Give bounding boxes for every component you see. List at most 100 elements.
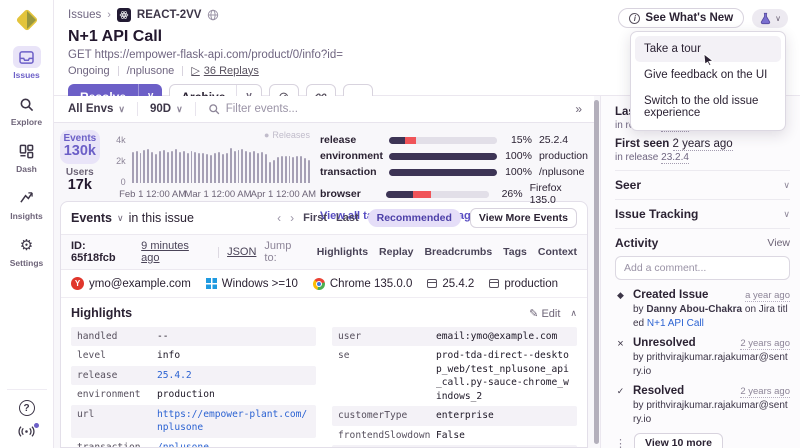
- tag-bar: [388, 152, 497, 160]
- highlight-row: frontendSlowdown False: [338, 429, 465, 441]
- comment-input[interactable]: [615, 256, 790, 280]
- sidebar-item-insights[interactable]: Insights: [3, 187, 51, 221]
- activity-item-unresolved: × Unresolved 2 years ago by prithvirajku…: [615, 337, 790, 378]
- last-event-link[interactable]: Last: [336, 212, 359, 224]
- events-stat-toggle[interactable]: Events 130k: [60, 130, 100, 164]
- search-icon: [20, 98, 34, 111]
- event-timestamp-link[interactable]: 9 minutes ago: [141, 240, 210, 264]
- see-whats-new-button[interactable]: i See What's New: [618, 8, 745, 28]
- users-count: 17k: [67, 176, 92, 193]
- x-axis-tick: Apr 1 12:00 AM: [250, 189, 317, 200]
- tag-bar: [388, 168, 497, 176]
- activity-section-header: Activity View: [615, 228, 790, 254]
- events-count: 130k: [63, 143, 96, 159]
- menu-item-give-feedback[interactable]: Give feedback on the UI: [635, 62, 781, 88]
- filter-bar: All Envs∨ 90D∨ »: [54, 96, 594, 123]
- transaction-label: /nplusone: [126, 64, 175, 77]
- view-10-more-button[interactable]: View 10 more: [634, 433, 723, 448]
- users-stat-toggle[interactable]: Users 17k: [60, 167, 100, 194]
- sidebar-item-explore[interactable]: Explore: [3, 93, 51, 127]
- edit-highlights-button[interactable]: ✎ Edit: [529, 307, 560, 320]
- event-id-row: ID: 65f18fcb 9 minutes ago JSON Jump to:…: [61, 235, 587, 270]
- breadcrumb-issues-link[interactable]: Issues: [68, 9, 101, 21]
- sidebar-item-issues[interactable]: Issues: [3, 46, 51, 80]
- events-bar-chart[interactable]: ● Releases 4k 2k 0 Feb 1 12:00 AM Mar 1 …: [108, 130, 316, 200]
- chevron-down-icon[interactable]: ∨: [117, 213, 124, 224]
- release-chip[interactable]: 25.4.2: [427, 278, 474, 290]
- event-bars: [131, 139, 311, 183]
- tag-row-release[interactable]: release 15% 25.2.4: [320, 134, 588, 146]
- menu-item-switch-old-experience[interactable]: Switch to the old issue experience: [635, 88, 781, 126]
- activity-time[interactable]: 2 years ago: [740, 386, 790, 398]
- status-badge: Ongoing: [68, 64, 110, 77]
- filter-events-input[interactable]: [225, 103, 574, 115]
- main-scrollbar[interactable]: [594, 100, 599, 444]
- next-event-icon[interactable]: ›: [290, 211, 294, 225]
- sidebar-item-dash[interactable]: Dash: [3, 140, 51, 174]
- sidebar-bottom: ?: [6, 389, 47, 440]
- activity-time[interactable]: a year ago: [745, 290, 790, 302]
- info-icon: i: [629, 12, 641, 24]
- tag-row-environment[interactable]: environment 100% production: [320, 150, 588, 162]
- collapse-sidebar-icon[interactable]: »: [573, 102, 584, 116]
- tag-distribution: release 15% 25.2.4 environment 100% prod…: [320, 130, 588, 222]
- header-right-controls: i See What's New ∨: [618, 8, 788, 28]
- chevron-down-icon: ∨: [783, 208, 790, 219]
- activity-time[interactable]: 2 years ago: [740, 338, 790, 350]
- broadcast-icon[interactable]: [18, 423, 39, 440]
- jump-replay-link[interactable]: Replay: [379, 246, 413, 258]
- y-axis-tick: 0: [120, 177, 126, 187]
- tag-row-browser[interactable]: browser 26% Firefox 135.0: [320, 182, 588, 206]
- environment-filter[interactable]: All Envs ∨: [64, 96, 137, 122]
- tag-row-transaction[interactable]: transaction 100% /nplusone: [320, 166, 588, 178]
- issue-tracking-section-toggle[interactable]: Issue Tracking ∨: [615, 199, 790, 228]
- user-avatar-button[interactable]: ∨: [752, 8, 788, 28]
- highlight-row: se prod-tda-direct--desktop_web/test_nplu…: [338, 350, 569, 402]
- search-icon: [208, 104, 220, 115]
- jira-issue-link[interactable]: N+1 API Call: [647, 318, 704, 329]
- first-event-link[interactable]: First: [303, 212, 327, 224]
- jump-context-link[interactable]: Context: [538, 246, 577, 258]
- globe-icon[interactable]: [207, 9, 219, 21]
- date-range-filter[interactable]: 90D ∨: [138, 96, 195, 122]
- view-more-events-button[interactable]: View More Events: [469, 208, 577, 228]
- gear-icon: ⚙: [19, 236, 34, 254]
- browser-chip[interactable]: Chrome 135.0.0: [312, 277, 412, 290]
- jump-to-nav: Jump to: Highlights Replay Breadcrumbs T…: [264, 240, 577, 264]
- tag-bar: [386, 190, 489, 198]
- os-chip[interactable]: Windows >=10: [205, 278, 298, 290]
- jump-breadcrumbs-link[interactable]: Breadcrumbs: [424, 246, 492, 258]
- issue-sidebar: Last seen 9 minutes ago in release 25.4.…: [600, 96, 800, 448]
- jump-highlights-link[interactable]: Highlights: [317, 246, 368, 258]
- sidebar-item-settings[interactable]: ⚙ Settings: [3, 234, 51, 269]
- environment-chip[interactable]: production: [489, 278, 558, 290]
- sidebar-item-label: Issues: [13, 70, 40, 80]
- first-seen-release-link[interactable]: 23.2.4: [661, 152, 689, 164]
- replays-link[interactable]: ▷ 36 Replays: [191, 64, 259, 78]
- first-seen-time[interactable]: 2 years ago: [672, 138, 733, 151]
- breadcrumb-separator-icon: ›: [107, 9, 111, 21]
- jump-tags-link[interactable]: Tags: [503, 246, 527, 258]
- package-icon: [427, 279, 438, 288]
- seer-section-toggle[interactable]: Seer ∨: [615, 170, 790, 199]
- chevron-down-icon: ∨: [783, 179, 790, 190]
- event-context-chips: Y ymo@example.com Windows >=10 Chrome 13…: [61, 270, 587, 298]
- events-panel-header: Events ∨ in this issue ‹ › First Last Re…: [61, 202, 587, 235]
- collapse-highlights-icon[interactable]: ∧: [570, 308, 577, 319]
- json-link[interactable]: JSON: [227, 246, 256, 258]
- prev-event-icon[interactable]: ‹: [277, 211, 281, 225]
- activity-view-link[interactable]: View: [767, 237, 790, 249]
- help-icon[interactable]: ?: [18, 400, 35, 416]
- menu-item-take-a-tour[interactable]: Take a tour: [635, 36, 781, 66]
- sentry-logo-icon[interactable]: [15, 8, 39, 32]
- events-dropdown[interactable]: Events: [71, 211, 112, 225]
- breadcrumb-project[interactable]: REACT-2VV: [137, 9, 202, 21]
- user-chip[interactable]: Y ymo@example.com: [71, 277, 191, 290]
- sidebar-item-label: Dash: [16, 164, 37, 174]
- graph-stats: Events 130k Users 17k: [60, 130, 100, 197]
- recommended-pill[interactable]: Recommended: [367, 209, 461, 227]
- flask-avatar-icon: [761, 12, 771, 24]
- highlight-row: url https://empower-plant.com/nplusone: [71, 404, 316, 438]
- x-axis-tick: Mar 1 12:00 AM: [184, 189, 252, 200]
- highlights-title: Highlights: [71, 306, 133, 320]
